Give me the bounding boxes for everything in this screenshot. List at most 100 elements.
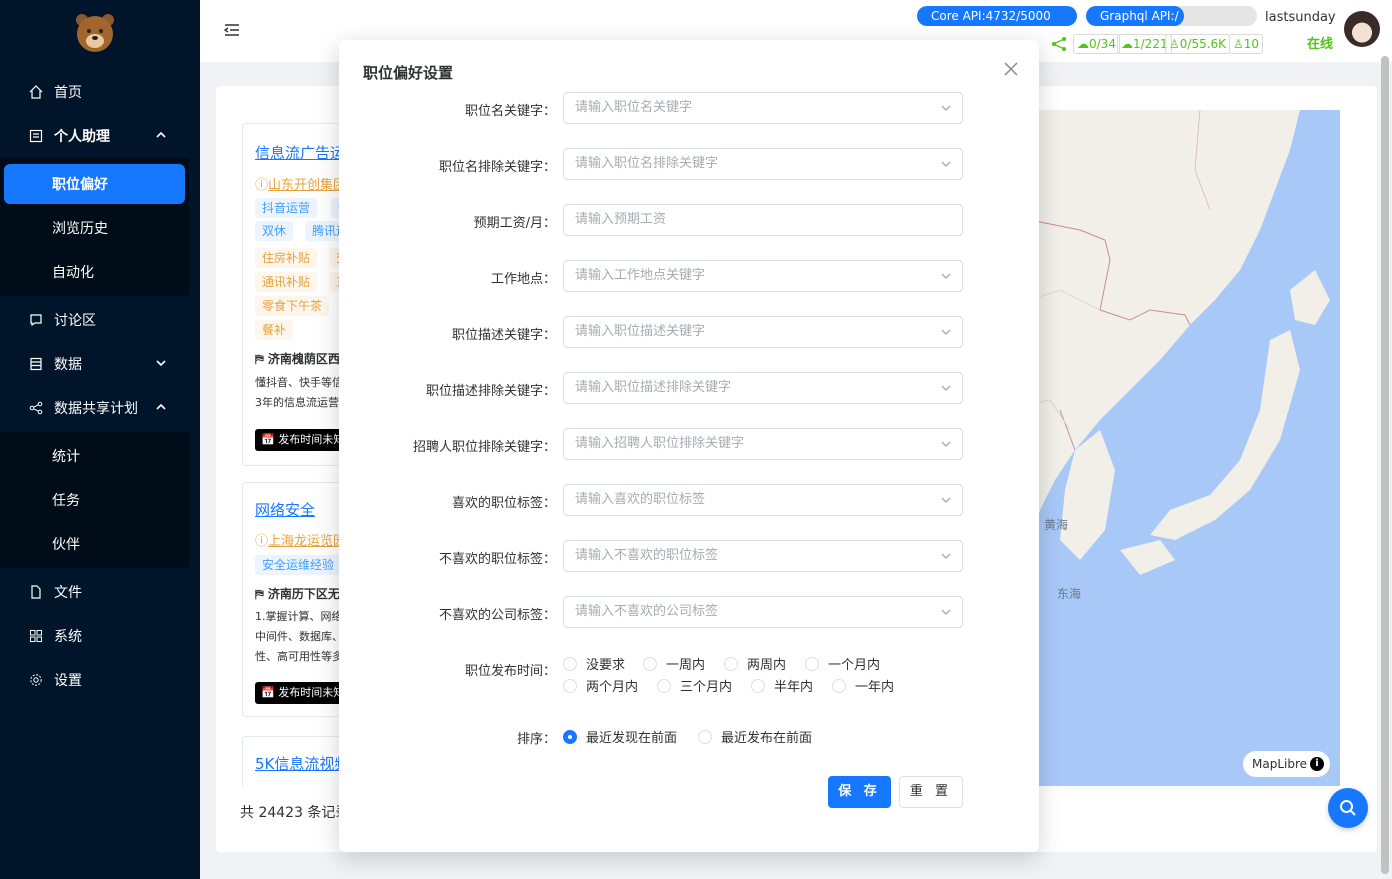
benefit-tag: 通讯补贴 — [255, 272, 318, 292]
publish-radio-2weeks[interactable]: 两周内 — [724, 654, 786, 673]
benefit-tag: 住房补贴 — [255, 248, 318, 268]
sidebar-item-label: 讨论区 — [54, 313, 96, 329]
chevron-up-icon — [156, 403, 166, 410]
publish-radio-halfyear[interactable]: 半年内 — [751, 676, 813, 695]
chevron-down-icon — [941, 497, 951, 503]
sidebar-item-statistics[interactable]: 统计 — [0, 436, 189, 476]
sidebar-item-assistant[interactable]: 个人助理 — [0, 114, 200, 158]
assistant-icon — [28, 128, 44, 144]
company-link[interactable]: ⓘ山东开创集团 — [255, 174, 346, 193]
company-name: 山东开创集团 — [268, 178, 347, 193]
publish-time-badge: 📅 发布时间未知 — [255, 682, 351, 704]
publish-radio-any[interactable]: 没要求 — [563, 654, 625, 673]
radio-dot — [563, 656, 577, 671]
stat-value: 10 — [1243, 37, 1260, 51]
graphql-api-badge[interactable]: Graphql API:/ — [1086, 6, 1184, 26]
sidebar-item-data[interactable]: 数据 — [0, 342, 200, 386]
job-title-link[interactable]: 5K信息流视频 — [255, 753, 349, 774]
sort-radio-discovered[interactable]: 最近发现在前面 — [563, 727, 677, 746]
salary-input[interactable]: 请输入预期工资 — [563, 204, 963, 236]
share-icon[interactable] — [1051, 36, 1067, 52]
database-icon — [28, 356, 44, 372]
job-keyword-select[interactable]: 请输入职位名关键字 — [563, 92, 963, 124]
job-description: 1.掌握计算、网络 中间件、数据库、 性、高可用性等多 — [255, 607, 343, 667]
description-line: 3年的信息流运营 — [255, 396, 339, 409]
map[interactable]: 黄海 东海 — [1000, 110, 1340, 786]
sidebar-item-label: 个人助理 — [54, 129, 110, 145]
desc-exclude-keyword-select[interactable]: 请输入职位描述排除关键字 — [563, 372, 963, 404]
job-address: ⛿ 济南槐荫区西 — [255, 352, 340, 366]
stat-upload: ☁0/34 — [1073, 34, 1120, 54]
map-canvas — [1000, 110, 1340, 786]
sidebar-item-browse-history[interactable]: 浏览历史 — [0, 208, 189, 248]
radio-dot — [751, 678, 765, 693]
job-title-link[interactable]: 网络安全 — [255, 499, 315, 520]
chevron-down-icon — [941, 329, 951, 335]
save-button[interactable]: 保 存 — [828, 776, 891, 808]
job-tag: 抖音运营 — [255, 198, 318, 218]
desc-keyword-select[interactable]: 请输入职位描述关键字 — [563, 316, 963, 348]
total-records: 共 24423 条记录 — [240, 805, 350, 821]
stat-value: 1/221 — [1133, 37, 1168, 51]
bear-logo-icon — [76, 14, 114, 52]
publish-radio-1year[interactable]: 一年内 — [832, 676, 894, 695]
sidebar-item-home[interactable]: 首页 — [0, 70, 200, 114]
close-icon[interactable] — [1002, 60, 1020, 78]
sidebar-item-label: 浏览历史 — [52, 221, 108, 237]
radio-label: 两个月内 — [586, 680, 639, 695]
field-label: 不喜欢的职位标签： — [438, 552, 556, 567]
job-exclude-keyword-select[interactable]: 请输入职位名排除关键字 — [563, 148, 963, 180]
disliked-company-tags-select[interactable]: 请输入不喜欢的公司标签 — [563, 596, 963, 628]
sidebar-item-settings[interactable]: 设置 — [0, 658, 200, 702]
sidebar-item-data-share[interactable]: 数据共享计划 — [0, 386, 200, 430]
sidebar-item-job-preference[interactable]: 职位偏好 — [4, 164, 185, 204]
sort-radio-published[interactable]: 最近发布在前面 — [698, 727, 812, 746]
sidebar-item-discussion[interactable]: 讨论区 — [0, 298, 200, 342]
field-label: 职位描述排除关键字： — [425, 384, 556, 399]
sidebar-item-label: 数据 — [54, 357, 82, 373]
sidebar-item-tasks[interactable]: 任务 — [0, 480, 189, 520]
radio-dot — [805, 656, 819, 671]
job-preference-dialog: 职位偏好设置 职位名关键字： 请输入职位名关键字 职位名排除关键字： 请输入职位… — [339, 40, 1039, 852]
field-label: 职位名排除关键字： — [438, 160, 556, 175]
liked-tags-select[interactable]: 请输入喜欢的职位标签 — [563, 484, 963, 516]
sidebar-item-label: 首页 — [54, 85, 82, 101]
location-select[interactable]: 请输入工作地点关键字 — [563, 260, 963, 292]
avatar[interactable] — [1344, 11, 1380, 47]
disliked-tags-select[interactable]: 请输入不喜欢的职位标签 — [563, 540, 963, 572]
description-line: 中间件、数据库、 — [255, 630, 343, 643]
recruiter-exclude-select[interactable]: 请输入招聘人职位排除关键字 — [563, 428, 963, 460]
core-api-badge[interactable]: Core API:4732/5000 — [917, 6, 1077, 26]
job-tag: 安全运维经验 — [255, 555, 342, 575]
reset-button[interactable]: 重 置 — [899, 776, 963, 808]
page-scrollbar[interactable] — [1381, 56, 1389, 874]
publish-radio-3months[interactable]: 三个月内 — [657, 676, 732, 695]
radio-dot — [643, 656, 657, 671]
publish-radio-2months[interactable]: 两个月内 — [563, 676, 638, 695]
sidebar-item-files[interactable]: 文件 — [0, 570, 200, 614]
maplibre-attribution[interactable]: MapLibre i — [1243, 751, 1330, 777]
radio-dot — [724, 656, 738, 671]
radio-label: 一周内 — [666, 658, 706, 673]
publish-radio-1week[interactable]: 一周内 — [643, 654, 705, 673]
info-icon: i — [1310, 757, 1324, 771]
chevron-down-icon — [941, 273, 951, 279]
sidebar-item-partners[interactable]: 伙伴 — [0, 524, 189, 564]
sidebar-item-system[interactable]: 系统 — [0, 614, 200, 658]
placeholder: 请输入职位描述排除关键字 — [575, 380, 732, 395]
radio-dot — [563, 678, 577, 693]
placeholder: 请输入职位描述关键字 — [575, 324, 706, 339]
core-api-label: Core API:4732/5000 — [931, 9, 1051, 23]
dialog-title: 职位偏好设置 — [363, 64, 454, 82]
job-title-link[interactable]: 信息流广告运 — [255, 142, 345, 163]
stat-value: 0/55.6K — [1179, 37, 1227, 51]
sidebar-item-automation[interactable]: 自动化 — [0, 252, 189, 292]
attribution-text: MapLibre — [1252, 757, 1308, 771]
radio-label: 最近发布在前面 — [721, 731, 813, 746]
menu-fold-icon[interactable] — [224, 22, 240, 38]
search-button[interactable] — [1328, 788, 1368, 828]
company-link[interactable]: ⓘ上海龙运览园 — [255, 530, 346, 549]
username[interactable]: lastsunday — [1265, 10, 1336, 25]
field-label: 排序： — [516, 732, 556, 747]
publish-radio-1month[interactable]: 一个月内 — [805, 654, 880, 673]
